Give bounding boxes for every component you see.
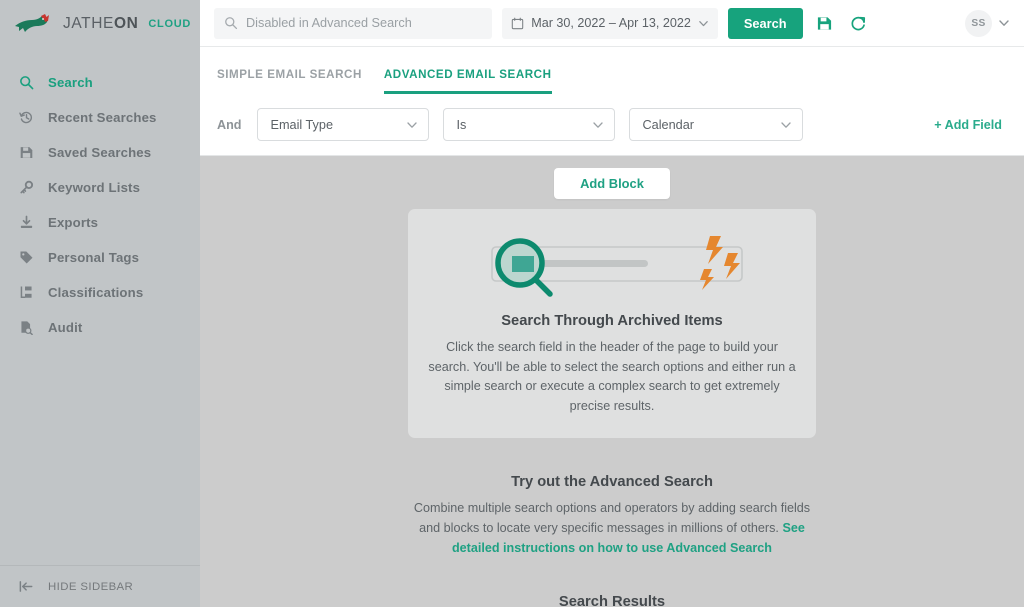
app-root: JATHEON CLOUD Search Recent Searches Sav… (0, 0, 1024, 607)
reset-search-button[interactable] (847, 11, 871, 35)
sidebar-item-classifications[interactable]: Classifications (0, 275, 200, 310)
sidebar-item-exports[interactable]: Exports (0, 205, 200, 240)
add-block-wrap: Add Block (200, 156, 1024, 199)
tab-simple-email-search[interactable]: SIMPLE EMAIL SEARCH (217, 68, 362, 94)
brand-cloud-label: CLOUD (148, 17, 192, 30)
classification-icon (18, 284, 35, 301)
hero-title: Search Through Archived Items (501, 313, 723, 329)
filter-operator-value: Is (456, 117, 467, 132)
search-input-placeholder: Disabled in Advanced Search (246, 16, 412, 30)
filter-value-select[interactable]: Calendar (629, 108, 804, 141)
top-bar: Disabled in Advanced Search Mar 30, 2022… (200, 0, 1024, 47)
sidebar-item-label: Keyword Lists (48, 180, 141, 195)
filter-field-value: Email Type (270, 117, 334, 132)
add-block-button[interactable]: Add Block (554, 168, 670, 199)
search-results-section: Search Results Search results will be pr… (402, 594, 822, 607)
sidebar-item-audit[interactable]: Audit (0, 310, 200, 345)
history-icon (18, 109, 35, 126)
audit-document-icon (18, 319, 35, 336)
date-range-picker[interactable]: Mar 30, 2022 – Apr 13, 2022 (502, 7, 718, 39)
hide-sidebar-button[interactable]: HIDE SIDEBAR (0, 565, 200, 607)
key-icon (18, 179, 35, 196)
brand-logo[interactable]: JATHEON CLOUD (0, 0, 200, 47)
tag-icon (18, 249, 35, 266)
global-search-field[interactable]: Disabled in Advanced Search (214, 7, 493, 39)
sidebar-item-label: Personal Tags (48, 250, 140, 265)
chevron-down-icon (698, 18, 709, 29)
save-search-button[interactable] (813, 11, 837, 35)
filter-operator-select[interactable]: Is (443, 108, 616, 141)
results-section-title: Search Results (558, 594, 666, 607)
filter-value-value: Calendar (642, 117, 694, 132)
sidebar-item-personal-tags[interactable]: Personal Tags (0, 240, 200, 275)
sidebar-item-keyword-lists[interactable]: Keyword Lists (0, 170, 200, 205)
hide-sidebar-label: HIDE SIDEBAR (48, 580, 134, 593)
content-area: Add Block Search Through Archived Items … (200, 156, 1024, 607)
sidebar-item-label: Saved Searches (48, 145, 152, 160)
sidebar-item-label: Classifications (48, 285, 144, 300)
jatheon-fox-logo-icon (15, 13, 49, 32)
sidebar: JATHEON CLOUD Search Recent Searches Sav… (0, 0, 200, 607)
sidebar-item-recent-searches[interactable]: Recent Searches (0, 100, 200, 135)
user-menu[interactable]: SS (965, 9, 1010, 37)
brand-name: JATHEON (63, 14, 139, 32)
chevron-down-icon (998, 17, 1010, 29)
sidebar-item-label: Audit (48, 320, 83, 335)
avatar: SS (965, 9, 993, 37)
collapse-left-icon (18, 578, 35, 595)
filter-field-select[interactable]: Email Type (257, 108, 430, 141)
date-range-value: Mar 30, 2022 – Apr 13, 2022 (531, 16, 691, 30)
advanced-search-section: Try out the Advanced Search Combine mult… (402, 474, 822, 558)
sidebar-item-search[interactable]: Search (0, 65, 200, 100)
chevron-down-icon (592, 119, 604, 131)
add-field-button[interactable]: + Add Field (934, 118, 1002, 132)
floppy-disk-icon (18, 144, 35, 161)
search-tabs: SIMPLE EMAIL SEARCH ADVANCED EMAIL SEARC… (200, 47, 1024, 94)
advanced-filter-row: And Email Type Is Calendar + Add Field (200, 94, 1024, 156)
calendar-icon (511, 17, 524, 30)
main-area: Disabled in Advanced Search Mar 30, 2022… (200, 0, 1024, 607)
sidebar-nav: Search Recent Searches Saved Searches Ke… (0, 47, 200, 345)
sidebar-item-label: Recent Searches (48, 110, 157, 125)
tab-advanced-email-search[interactable]: ADVANCED EMAIL SEARCH (383, 68, 552, 94)
filter-conjunction-label: And (217, 117, 242, 132)
chevron-down-icon (780, 119, 792, 131)
chevron-down-icon (406, 119, 418, 131)
advanced-section-text: Combine multiple search options and oper… (413, 501, 811, 535)
search-icon (18, 74, 35, 91)
download-icon (18, 214, 35, 231)
sidebar-item-label: Search (48, 75, 93, 90)
floppy-disk-icon (816, 15, 833, 32)
hero-info-card: Search Through Archived Items Click the … (408, 209, 816, 439)
sidebar-item-label: Exports (48, 215, 99, 230)
refresh-icon (850, 15, 867, 32)
sidebar-item-saved-searches[interactable]: Saved Searches (0, 135, 200, 170)
search-icon (224, 16, 238, 30)
advanced-section-title: Try out the Advanced Search (511, 474, 713, 491)
search-button[interactable]: Search (727, 7, 803, 39)
advanced-section-body: Combine multiple search options and oper… (402, 499, 822, 558)
search-illustration-icon (491, 236, 743, 297)
hero-body: Click the search field in the header of … (428, 340, 796, 413)
